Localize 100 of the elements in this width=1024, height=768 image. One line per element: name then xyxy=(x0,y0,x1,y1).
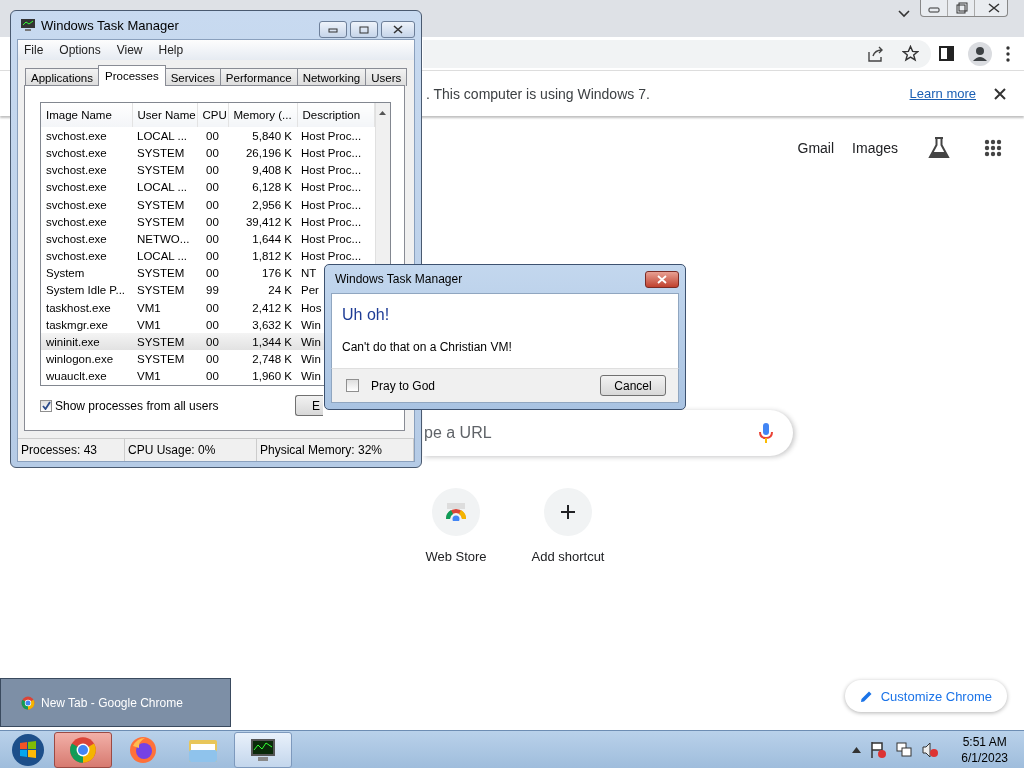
top-link[interactable]: Images xyxy=(852,140,898,156)
window-controls[interactable] xyxy=(920,0,1008,17)
table-cell[interactable]: VM1 xyxy=(132,298,197,317)
table-cell[interactable]: Win xyxy=(301,318,321,331)
tab[interactable]: Networking xyxy=(296,68,367,86)
table-cell[interactable]: Host Proc... xyxy=(301,250,362,263)
microphone-icon[interactable] xyxy=(759,422,773,444)
table-cell[interactable]: 39,412 K xyxy=(228,213,297,231)
table-cell[interactable]: 3,632 K xyxy=(228,316,297,334)
chevron-down-icon[interactable] xyxy=(898,10,910,18)
table-cell[interactable]: 2,956 K xyxy=(228,195,297,214)
end-process-button[interactable]: E xyxy=(295,395,323,416)
table-cell[interactable]: Win xyxy=(301,335,321,348)
table-cell[interactable]: 00 xyxy=(197,350,228,368)
minimize-button[interactable] xyxy=(319,21,347,38)
flask-icon[interactable] xyxy=(928,136,950,160)
column-header[interactable]: Description xyxy=(297,103,374,128)
table-cell[interactable]: SYSTEM xyxy=(132,161,197,179)
network-icon[interactable] xyxy=(895,740,914,759)
table-cell[interactable]: 00 xyxy=(197,230,228,248)
cancel-button[interactable]: Cancel xyxy=(600,375,666,396)
table-cell[interactable]: 2,412 K xyxy=(228,298,297,317)
table-cell[interactable]: Per xyxy=(301,284,319,297)
table-cell[interactable]: Host Proc... xyxy=(301,198,362,211)
table-cell[interactable]: 00 xyxy=(197,264,228,282)
table-cell[interactable]: 5,840 K xyxy=(228,127,297,145)
checkbox-label[interactable]: Show processes from all users xyxy=(55,398,219,413)
table-cell[interactable]: Host Proc... xyxy=(301,147,362,159)
table-cell[interactable]: 00 xyxy=(197,195,228,214)
star-icon[interactable] xyxy=(902,45,919,62)
table-cell[interactable]: wuauclt.exe xyxy=(41,367,132,385)
checkbox[interactable] xyxy=(40,399,52,412)
table-cell[interactable]: svchost.exe xyxy=(41,161,132,179)
table-cell[interactable]: Host Proc... xyxy=(301,215,362,228)
table-cell[interactable]: 176 K xyxy=(228,264,297,282)
clock[interactable]: 5:51 AM 6/1/2023 xyxy=(961,733,1008,766)
table-cell[interactable]: 24 K xyxy=(228,281,297,299)
column-header[interactable]: CPU xyxy=(197,103,228,128)
column-header[interactable]: User Name xyxy=(132,103,197,128)
table-cell[interactable]: 00 xyxy=(197,333,228,351)
table-cell[interactable]: svchost.exe xyxy=(41,144,132,162)
start-orb-icon[interactable] xyxy=(11,732,45,767)
table-cell[interactable]: svchost.exe xyxy=(41,178,132,196)
close-button[interactable] xyxy=(381,21,415,38)
table-cell[interactable]: 00 xyxy=(197,316,228,334)
table-cell[interactable]: 1,344 K xyxy=(228,333,297,351)
tab[interactable]: Services xyxy=(164,68,221,86)
table-cell[interactable]: taskhost.exe xyxy=(41,298,132,317)
tab[interactable]: Processes xyxy=(98,65,166,86)
table-cell[interactable]: 00 xyxy=(197,298,228,317)
checkbox-label[interactable]: Pray to God xyxy=(371,378,436,393)
share-icon[interactable] xyxy=(867,45,884,62)
table-cell[interactable]: SYSTEM xyxy=(132,213,197,231)
table-cell[interactable]: NT xyxy=(301,267,317,280)
shortcut-tile[interactable] xyxy=(432,488,480,536)
more-icon[interactable] xyxy=(1006,45,1010,62)
table-cell[interactable]: 99 xyxy=(197,281,228,299)
table-cell[interactable]: SYSTEM xyxy=(132,333,197,351)
table-cell[interactable]: VM1 xyxy=(132,316,197,334)
table-cell[interactable]: Win xyxy=(301,353,321,366)
table-cell[interactable]: 00 xyxy=(197,178,228,196)
tab[interactable]: Applications xyxy=(25,68,99,86)
table-cell[interactable]: 1,644 K xyxy=(228,230,297,248)
table-cell[interactable]: svchost.exe xyxy=(41,230,132,248)
table-cell[interactable]: svchost.exe xyxy=(41,213,132,231)
table-cell[interactable]: svchost.exe xyxy=(41,127,132,145)
menu-item[interactable]: File xyxy=(24,43,44,57)
table-cell[interactable]: 2,748 K xyxy=(228,350,297,368)
table-cell[interactable]: NETWO... xyxy=(132,230,197,248)
table-cell[interactable]: 00 xyxy=(197,127,228,145)
table-cell[interactable]: 1,960 K xyxy=(228,367,297,385)
table-cell[interactable]: LOCAL ... xyxy=(132,247,197,265)
table-cell[interactable]: 00 xyxy=(197,367,228,385)
shortcut-tile[interactable] xyxy=(544,488,592,536)
maximize-button[interactable] xyxy=(350,21,378,38)
tab[interactable]: Users xyxy=(365,68,408,86)
up-arrow-icon[interactable] xyxy=(852,746,862,753)
close-button[interactable] xyxy=(645,270,679,288)
table-cell[interactable]: LOCAL ... xyxy=(132,127,197,145)
table-cell[interactable]: SYSTEM xyxy=(132,350,197,368)
column-header[interactable]: Image Name xyxy=(41,103,132,128)
profile-icon[interactable] xyxy=(968,41,992,66)
side-panel-icon[interactable] xyxy=(939,46,954,61)
menu-item[interactable]: Options xyxy=(59,43,101,57)
learn-more-link[interactable]: Learn more xyxy=(909,86,976,101)
shortcut-label[interactable]: Web Store xyxy=(425,549,487,564)
table-cell[interactable]: Host Proc... xyxy=(301,232,362,245)
table-cell[interactable]: 26,196 K xyxy=(228,144,297,162)
table-cell[interactable]: 9,408 K xyxy=(228,161,297,179)
menu-item[interactable]: Help xyxy=(158,43,184,57)
table-cell[interactable]: LOCAL ... xyxy=(132,178,197,196)
speaker-muted-icon[interactable] xyxy=(921,740,940,759)
table-cell[interactable]: taskmgr.exe xyxy=(41,316,132,334)
table-cell[interactable]: svchost.exe xyxy=(41,247,132,265)
table-cell[interactable]: SYSTEM xyxy=(132,264,197,282)
table-cell[interactable]: Host Proc... xyxy=(301,164,362,177)
table-cell[interactable]: System Idle P... xyxy=(41,281,132,299)
table-cell[interactable]: SYSTEM xyxy=(132,144,197,162)
table-cell[interactable]: SYSTEM xyxy=(132,195,197,214)
table-cell[interactable]: 1,812 K xyxy=(228,247,297,265)
